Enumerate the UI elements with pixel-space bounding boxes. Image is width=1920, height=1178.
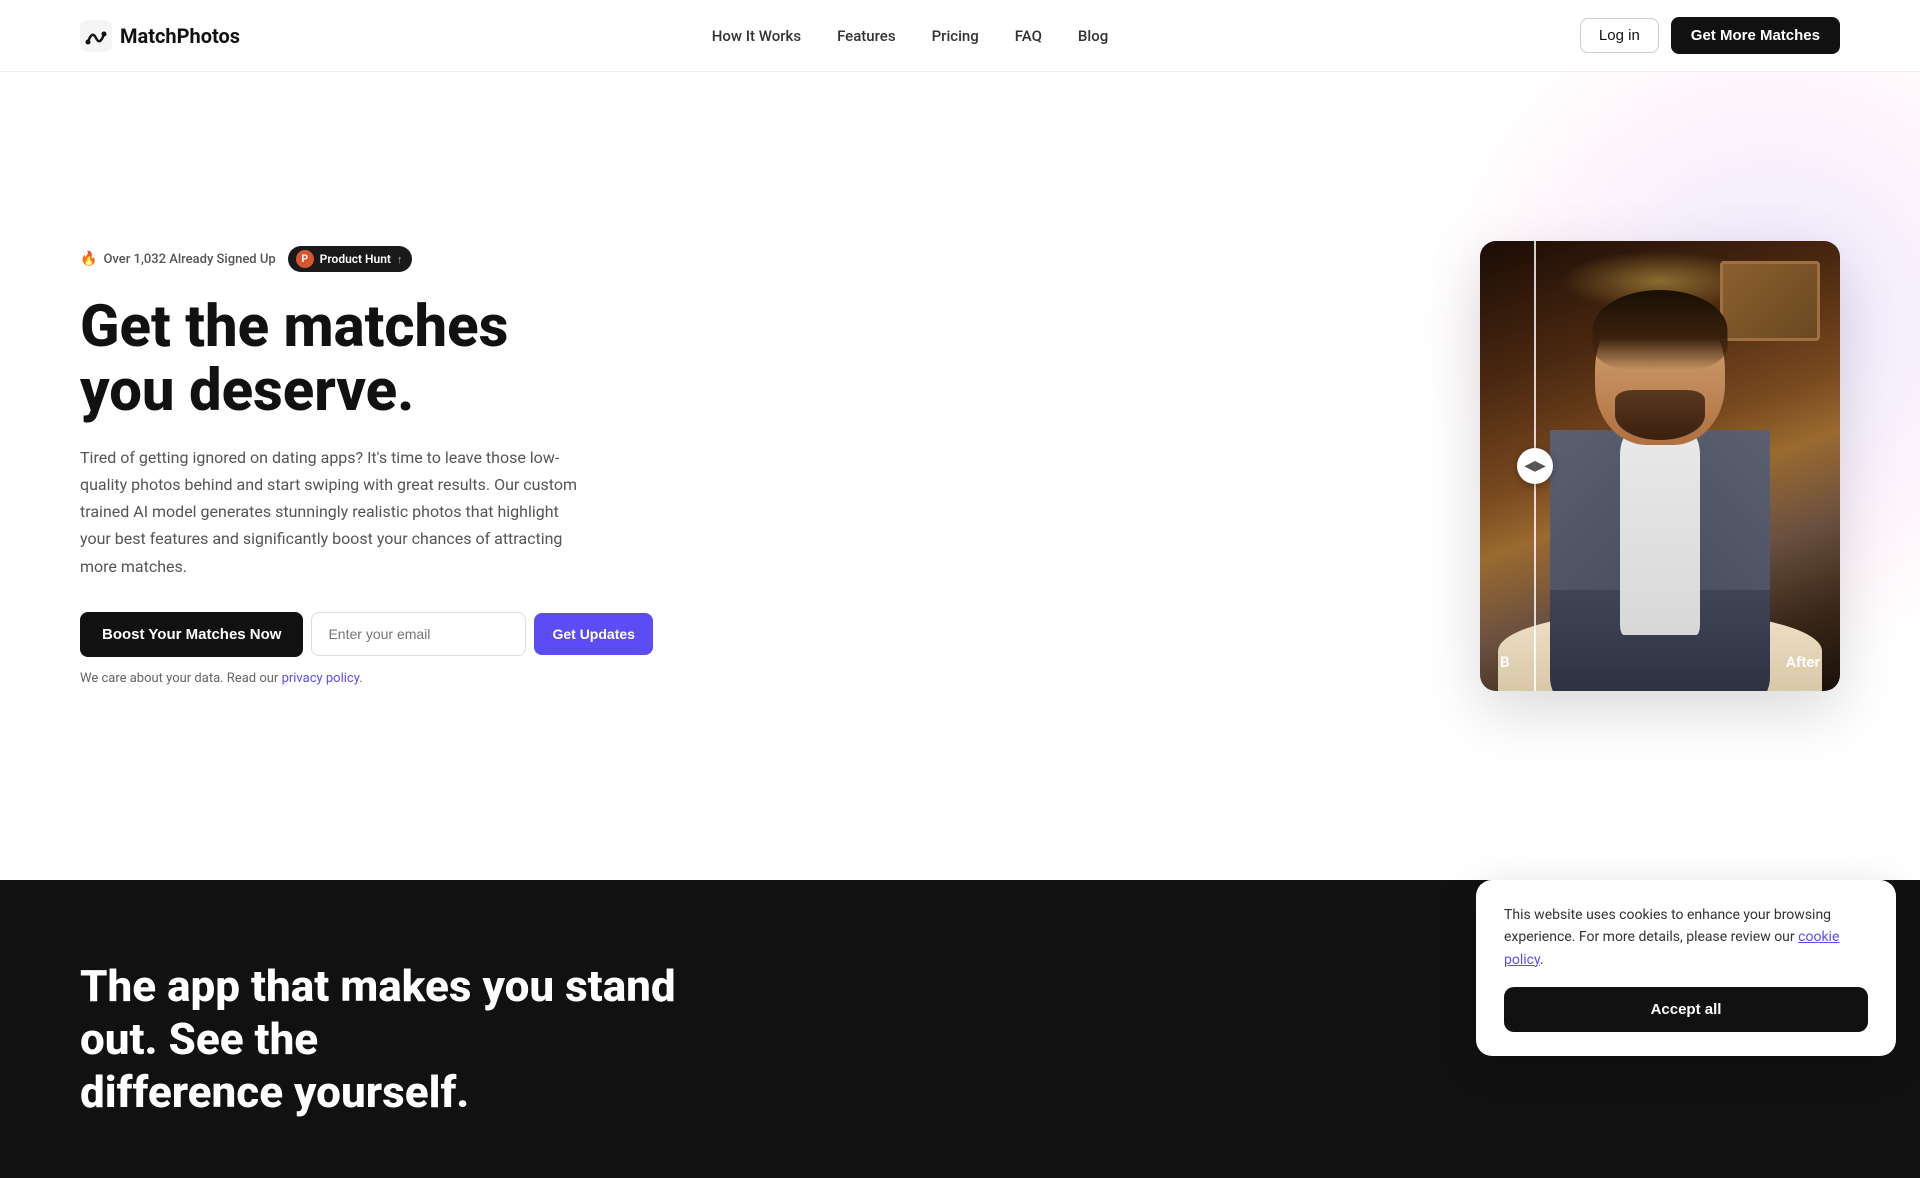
ph-count: ↑ <box>397 253 403 266</box>
before-after-image: ◀▶ B After <box>1480 241 1840 691</box>
boost-matches-button[interactable]: Boost Your Matches Now <box>80 612 303 657</box>
cookie-message: This website uses cookies to enhance you… <box>1504 907 1831 945</box>
get-more-matches-button[interactable]: Get More Matches <box>1671 17 1840 54</box>
logo-icon <box>80 20 112 52</box>
slider-handle: ◀▶ <box>1534 241 1536 691</box>
privacy-text: We care about your data. Read our <box>80 671 278 686</box>
nav-pricing[interactable]: Pricing <box>932 27 979 45</box>
hero-section: 🔥 Over 1,032 Already Signed Up P Product… <box>0 72 1920 880</box>
lapel-left <box>1550 430 1630 590</box>
privacy-policy-link[interactable]: privacy policy <box>282 671 360 686</box>
slider-icon: ◀▶ <box>1524 458 1546 474</box>
hero-title-line1: Get the matches <box>80 293 508 361</box>
cookie-text: This website uses cookies to enhance you… <box>1504 904 1868 971</box>
fire-icon: 🔥 <box>80 251 97 267</box>
slider-button[interactable]: ◀▶ <box>1517 448 1553 484</box>
shirt <box>1620 435 1700 635</box>
hero-right: ◀▶ B After <box>1440 241 1840 691</box>
hair <box>1593 290 1728 370</box>
hero-badges: 🔥 Over 1,032 Already Signed Up P Product… <box>80 246 640 272</box>
signed-up-badge: 🔥 Over 1,032 Already Signed Up <box>80 251 276 267</box>
hero-subtitle: Tired of getting ignored on dating apps?… <box>80 444 580 580</box>
ph-label: Product Hunt <box>320 252 391 266</box>
beard <box>1615 390 1705 440</box>
navbar: MatchPhotos How It Works Features Pricin… <box>0 0 1920 72</box>
signed-up-text: Over 1,032 Already Signed Up <box>103 252 275 267</box>
ph-logo: P <box>296 250 314 268</box>
dark-title-line1: The app that makes you stand out. See th… <box>80 960 676 1065</box>
logo[interactable]: MatchPhotos <box>80 20 240 52</box>
login-button[interactable]: Log in <box>1580 18 1659 53</box>
cookie-banner: This website uses cookies to enhance you… <box>1476 880 1896 1056</box>
product-hunt-badge[interactable]: P Product Hunt ↑ <box>288 246 413 272</box>
nav-links: How It Works Features Pricing FAQ Blog <box>712 26 1108 45</box>
get-updates-button[interactable]: Get Updates <box>534 613 652 655</box>
hero-title-line2: you deserve. <box>80 357 414 425</box>
privacy-note: We care about your data. Read our privac… <box>80 671 640 686</box>
after-label: After <box>1786 653 1820 671</box>
nav-how-it-works[interactable]: How It Works <box>712 27 801 45</box>
lapel-right <box>1690 430 1770 590</box>
person <box>1498 295 1822 691</box>
hero-form: Boost Your Matches Now Get Updates <box>80 612 640 657</box>
before-label: B <box>1500 653 1510 671</box>
hero-left: 🔥 Over 1,032 Already Signed Up P Product… <box>80 246 640 686</box>
brand-name: MatchPhotos <box>120 24 240 48</box>
nav-actions: Log in Get More Matches <box>1580 17 1840 54</box>
dark-section-title: The app that makes you stand out. See th… <box>80 960 680 1118</box>
nav-features[interactable]: Features <box>837 27 895 45</box>
accept-cookies-button[interactable]: Accept all <box>1504 987 1868 1032</box>
email-input[interactable] <box>311 612 526 656</box>
hero-title: Get the matches you deserve. <box>80 296 640 424</box>
nav-blog[interactable]: Blog <box>1078 27 1108 45</box>
dark-title-line2: difference yourself. <box>80 1066 469 1118</box>
nav-faq[interactable]: FAQ <box>1015 27 1042 45</box>
